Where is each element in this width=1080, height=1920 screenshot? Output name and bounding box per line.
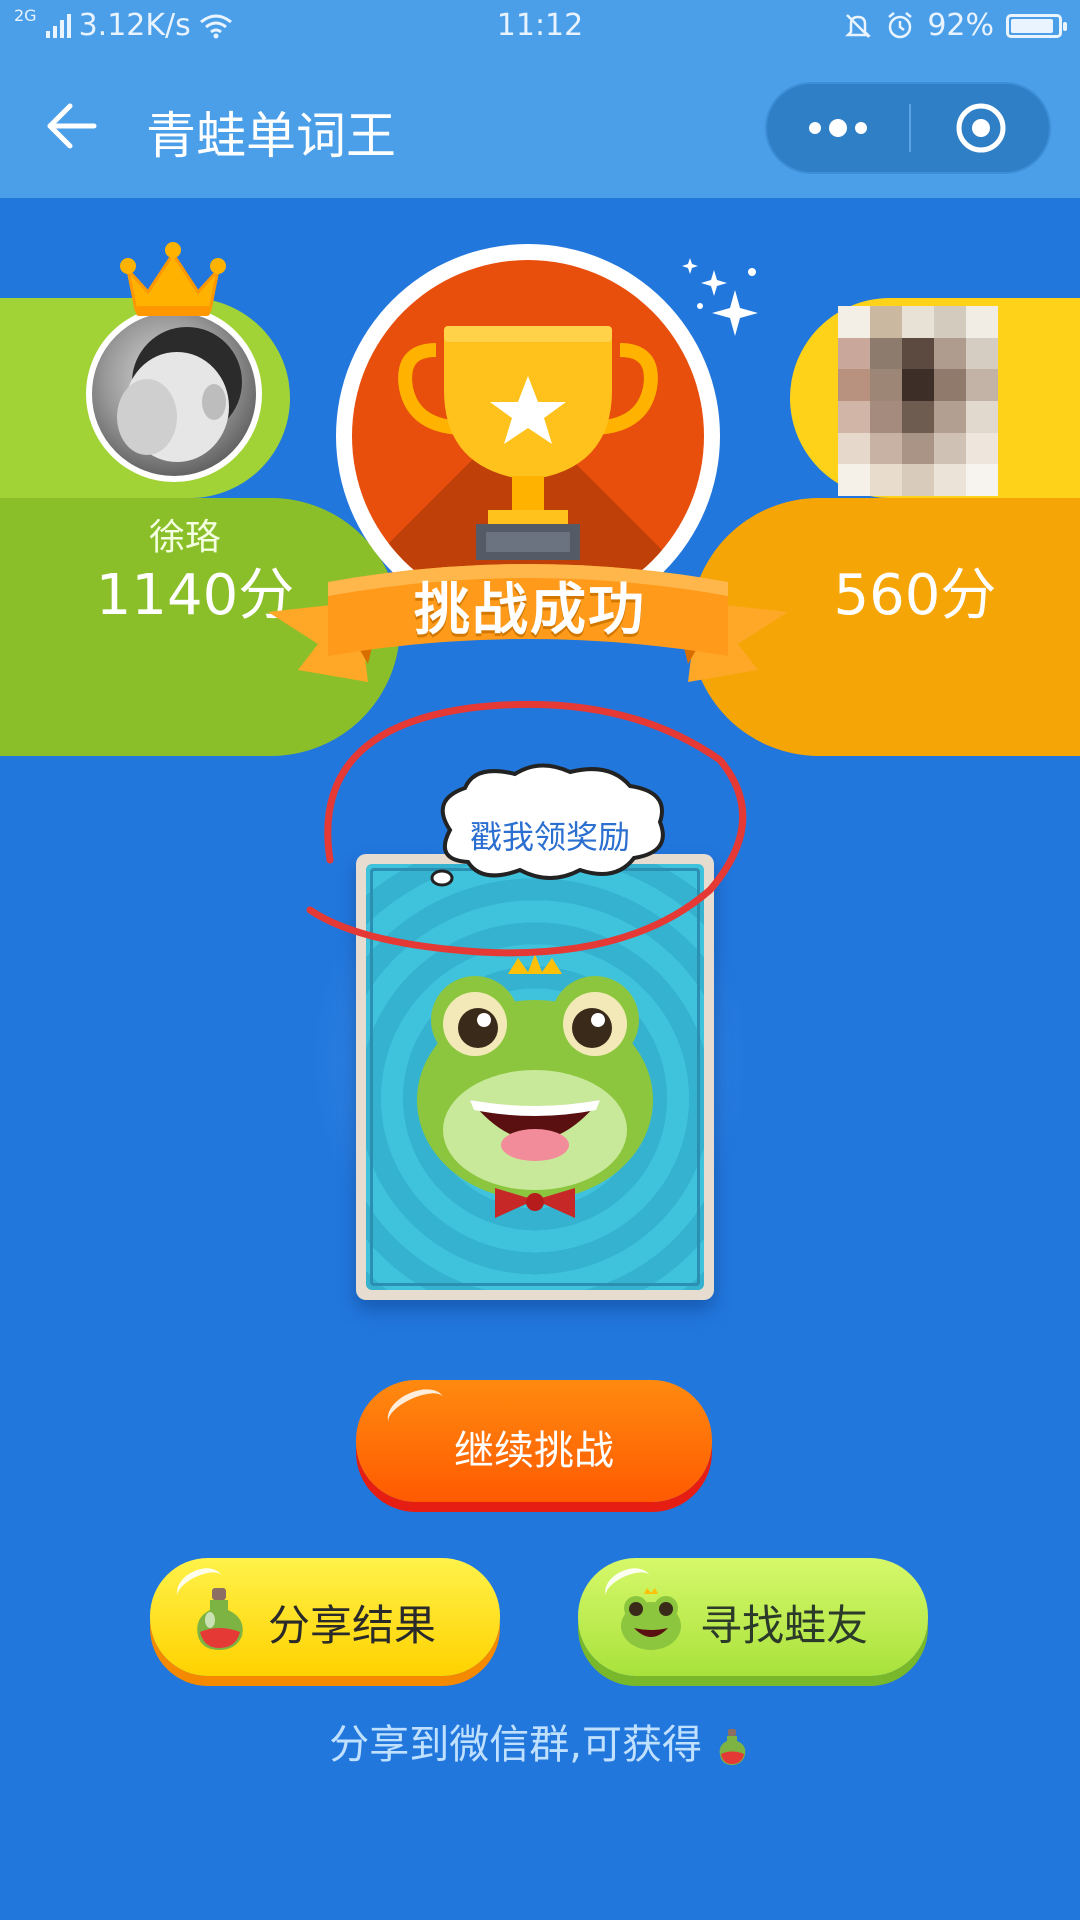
- red-highlight-circle: [306, 700, 747, 957]
- mute-bell-icon: [845, 13, 872, 38]
- share-result-button[interactable]: 分享结果: [150, 1558, 500, 1676]
- status-right: 92%: [843, 8, 1067, 43]
- alarm-icon: [888, 11, 913, 38]
- left-player-avatar: [86, 306, 262, 482]
- nav-bar: 青蛙单词王: [0, 58, 1080, 198]
- more-options-icon[interactable]: [767, 84, 909, 172]
- sparkle-icon: [682, 258, 758, 336]
- battery-icon: [1006, 13, 1067, 38]
- share-result-label: 分享结果: [268, 1601, 437, 1650]
- mini-program-capsule: [765, 82, 1051, 174]
- right-player-avatar-pixelated: [838, 306, 998, 496]
- continue-challenge-label: 继续挑战: [454, 1428, 614, 1474]
- potion-bottle-icon: [197, 1588, 243, 1650]
- battery-fill: [1011, 18, 1053, 33]
- share-hint-text: 分享到微信群,可获得: [329, 1722, 702, 1768]
- share-hint: 分享到微信群,可获得: [0, 1712, 1080, 1770]
- find-frog-friends-button[interactable]: 寻找蛙友: [578, 1558, 928, 1676]
- battery-percent: 92%: [927, 8, 994, 43]
- frog-king-icon[interactable]: [400, 950, 670, 1220]
- continue-challenge-button[interactable]: 继续挑战: [356, 1380, 712, 1502]
- challenge-success-title: 挑战成功: [414, 578, 646, 643]
- right-player-score: 560分: [833, 563, 997, 628]
- avatar-photo: [117, 327, 242, 462]
- back-arrow-icon[interactable]: [42, 96, 102, 156]
- close-mini-program-icon[interactable]: [911, 84, 1051, 172]
- status-bar: 2G 3.12K/s 11:12 92%: [0, 0, 1080, 58]
- crown-icon: [120, 242, 226, 316]
- potion-bottle-small-icon: [719, 1729, 746, 1765]
- find-frog-friends-label: 寻找蛙友: [700, 1601, 869, 1650]
- trophy-icon: [398, 326, 658, 560]
- frog-face-icon: [621, 1588, 681, 1650]
- page-title: 青蛙单词王: [146, 107, 396, 165]
